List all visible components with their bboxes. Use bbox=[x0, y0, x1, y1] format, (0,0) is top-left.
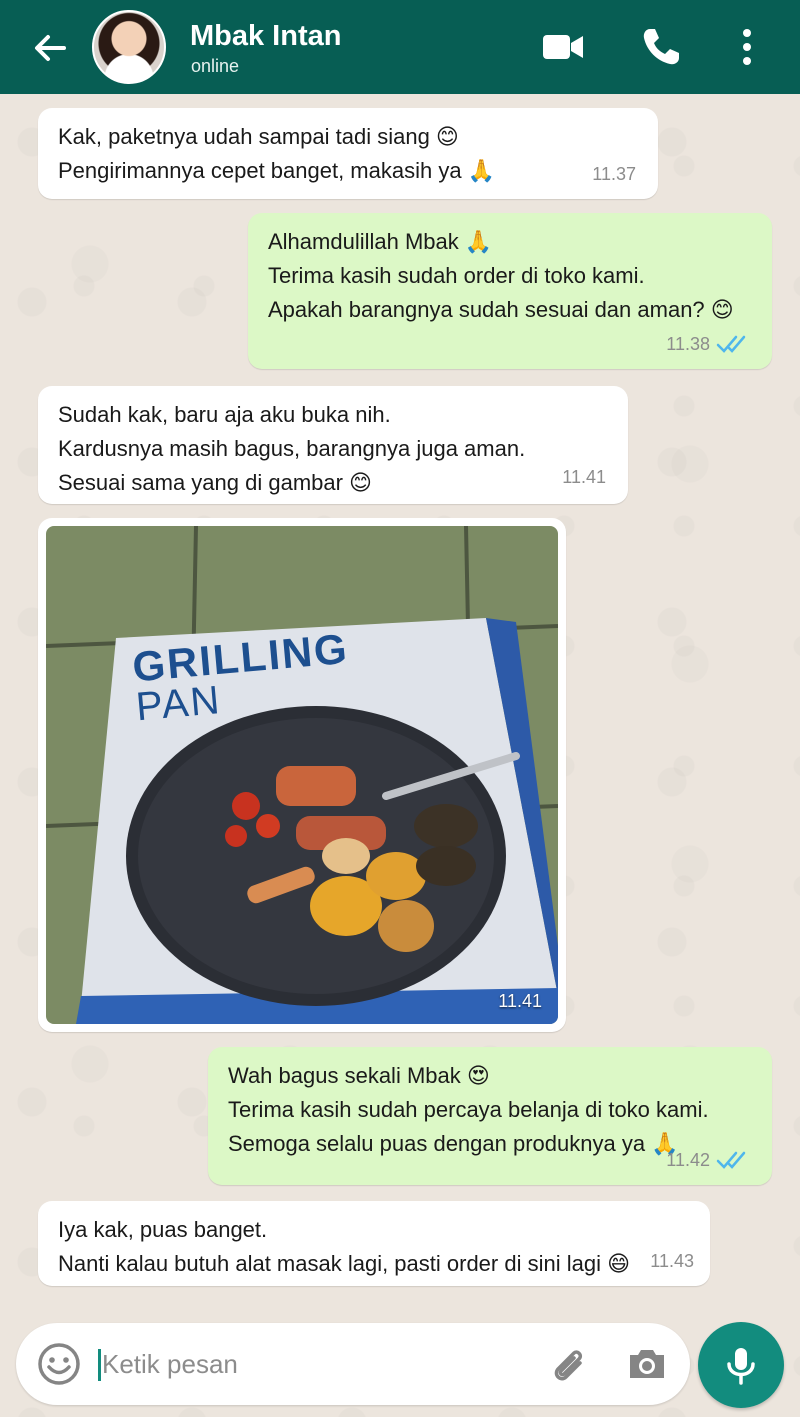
mic-button[interactable] bbox=[698, 1322, 784, 1408]
outgoing-message[interactable]: Wah bagus sekali Mbak 😍 Terima kasih sud… bbox=[208, 1047, 772, 1185]
message-time: 11.41 bbox=[562, 467, 606, 487]
message-meta: 11.43 bbox=[650, 1244, 694, 1278]
camera-icon[interactable] bbox=[624, 1341, 670, 1387]
emoji-icon[interactable] bbox=[36, 1341, 82, 1387]
message-text-line: Sesuai sama yang di gambar 😊 bbox=[58, 470, 372, 495]
message-time: 11.43 bbox=[650, 1251, 694, 1271]
message-text-line: Kak, paketnya udah sampai tadi siang 😊 bbox=[58, 124, 459, 149]
contact-status: online bbox=[191, 56, 240, 76]
contact-name[interactable]: Mbak Intan bbox=[190, 20, 341, 53]
video-call-icon[interactable] bbox=[540, 24, 586, 70]
message-time: 11.38 bbox=[666, 334, 710, 354]
message-meta: 11.41 bbox=[562, 460, 606, 494]
microphone-icon bbox=[727, 1348, 755, 1385]
message-meta: 11.38 bbox=[666, 327, 750, 361]
message-text-line: Sudah kak, baru aja aku buka nih. bbox=[58, 402, 391, 427]
message-input[interactable] bbox=[102, 1345, 522, 1383]
contact-avatar[interactable] bbox=[92, 10, 166, 84]
grilling-pan-photo[interactable]: GRILLING PAN 11.41 bbox=[46, 526, 558, 1024]
incoming-message[interactable]: Sudah kak, baru aja aku buka nih. Kardus… bbox=[38, 386, 628, 504]
message-text-line: Iya kak, puas banget. bbox=[58, 1217, 268, 1242]
message-meta: 11.42 bbox=[666, 1143, 750, 1177]
back-arrow-icon[interactable] bbox=[28, 26, 72, 70]
chat-header: Mbak Intan online bbox=[0, 0, 800, 94]
message-text-line: Pengirimannya cepet banget, makasih ya 🙏 bbox=[58, 158, 496, 183]
phone-call-icon[interactable] bbox=[638, 24, 684, 70]
paperclip-icon[interactable] bbox=[546, 1341, 592, 1387]
message-text-line: Terima kasih sudah percaya belanja di to… bbox=[228, 1097, 709, 1122]
incoming-message[interactable]: Iya kak, puas banget. Nanti kalau butuh … bbox=[38, 1201, 710, 1286]
message-text-line: Apakah barangnya sudah sesuai dan aman? … bbox=[268, 297, 734, 322]
message-text-line: Terima kasih sudah order di toko kami. bbox=[268, 263, 645, 288]
message-time: 11.42 bbox=[666, 1150, 710, 1170]
outgoing-message[interactable]: Alhamdulillah Mbak 🙏 Terima kasih sudah … bbox=[248, 213, 772, 369]
incoming-message[interactable]: Kak, paketnya udah sampai tadi siang 😊 P… bbox=[38, 108, 658, 199]
message-input-bar bbox=[16, 1323, 690, 1405]
text-cursor bbox=[98, 1349, 101, 1381]
message-time: 11.37 bbox=[592, 164, 636, 184]
message-time: 11.41 bbox=[498, 991, 542, 1011]
incoming-image-message[interactable]: GRILLING PAN 11.41 bbox=[38, 518, 566, 1032]
message-text-line: Nanti kalau butuh alat masak lagi, pasti… bbox=[58, 1251, 631, 1276]
more-options-icon[interactable] bbox=[724, 24, 770, 70]
message-text-line: Kardusnya masih bagus, barangnya juga am… bbox=[58, 436, 526, 461]
message-text-line: Wah bagus sekali Mbak 😍 bbox=[228, 1063, 490, 1088]
photo-illustration bbox=[46, 526, 558, 1024]
message-meta: 11.37 bbox=[592, 157, 636, 191]
read-ticks-icon bbox=[716, 335, 746, 353]
read-ticks-icon bbox=[716, 1151, 746, 1169]
message-text-line: Alhamdulillah Mbak 🙏 bbox=[268, 229, 493, 254]
